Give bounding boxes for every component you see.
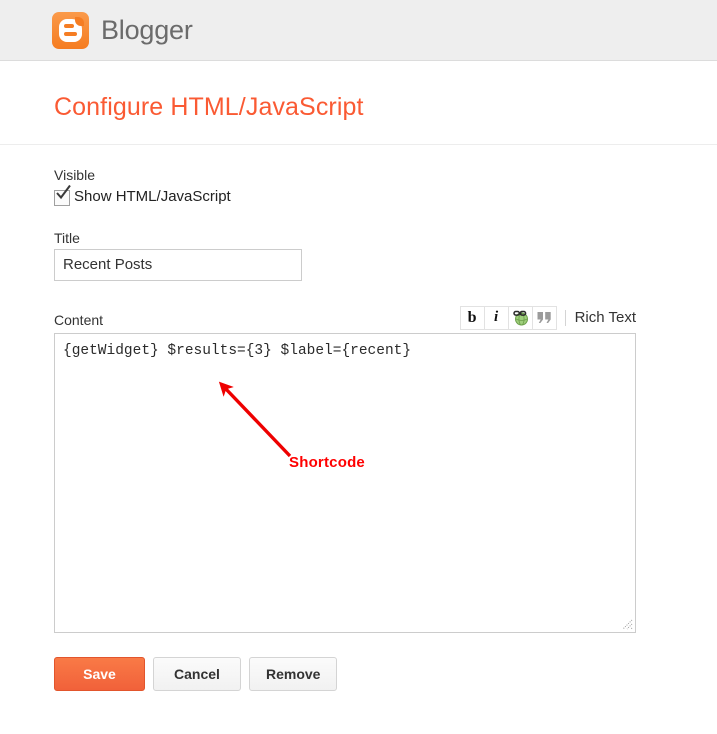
remove-button[interactable]: Remove xyxy=(249,656,338,691)
toolbar-divider xyxy=(564,309,566,326)
blockquote-button[interactable] xyxy=(531,305,557,330)
widget-config-form: Visible Show HTML/JavaScript Title Conte… xyxy=(0,145,717,691)
show-html-checkbox[interactable] xyxy=(54,184,71,206)
checkmark-icon xyxy=(56,184,71,200)
page-title: Configure HTML/JavaScript xyxy=(54,93,364,121)
page-title-block: Configure HTML/JavaScript xyxy=(0,61,717,145)
brand[interactable]: Blogger xyxy=(52,11,193,49)
show-html-checkbox-row[interactable]: Show HTML/JavaScript xyxy=(54,184,717,208)
title-field-label: Title xyxy=(54,229,80,246)
form-actions: Save Cancel Remove xyxy=(54,656,717,691)
italic-button[interactable]: i xyxy=(483,305,509,330)
show-html-checkbox-label: Show HTML/JavaScript xyxy=(74,188,231,205)
visible-label: Visible xyxy=(54,167,95,183)
visible-group: Visible Show HTML/JavaScript xyxy=(54,167,717,208)
title-input[interactable] xyxy=(54,248,302,281)
blogger-logo-icon xyxy=(52,11,89,49)
brand-name: Blogger xyxy=(101,14,193,45)
bold-label: b xyxy=(467,308,477,326)
cancel-button[interactable]: Cancel xyxy=(153,656,241,691)
rich-text-toggle[interactable]: Rich Text xyxy=(575,309,636,326)
italic-label: i xyxy=(493,309,499,326)
content-header-row: Content b i Rich Text xyxy=(54,305,636,331)
content-textarea[interactable] xyxy=(54,332,636,633)
content-group: Content b i Rich Text {getWidget} $resul… xyxy=(54,305,636,633)
quote-icon xyxy=(537,312,551,324)
content-field-label: Content xyxy=(54,311,104,328)
globe-link-icon xyxy=(512,311,528,326)
editor-toolbar: b i Rich Text xyxy=(459,305,636,330)
title-group: Title xyxy=(54,230,717,281)
bold-button[interactable]: b xyxy=(459,305,485,330)
save-button[interactable]: Save xyxy=(54,656,145,691)
app-header: Blogger xyxy=(0,0,717,61)
insert-link-button[interactable] xyxy=(507,305,533,330)
